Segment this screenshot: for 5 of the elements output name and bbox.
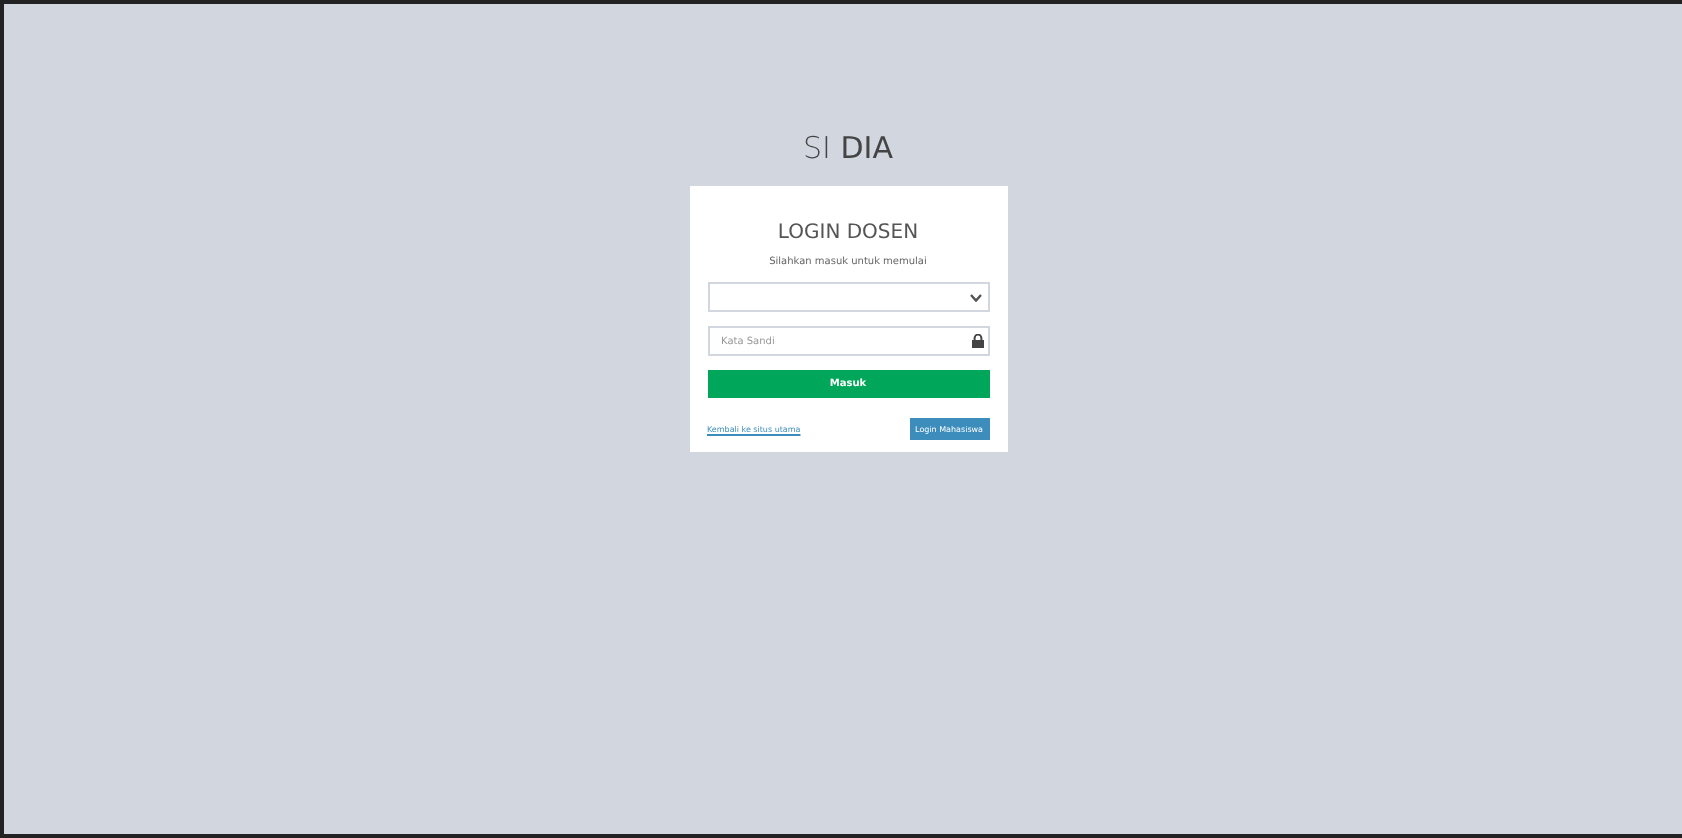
select-field[interactable] [707, 282, 989, 312]
lock-icon [971, 334, 983, 348]
chevron-down-icon [969, 293, 981, 301]
login-title: LOGIN DOSEN [775, 222, 921, 244]
app-logo: SI DIA [803, 130, 893, 166]
